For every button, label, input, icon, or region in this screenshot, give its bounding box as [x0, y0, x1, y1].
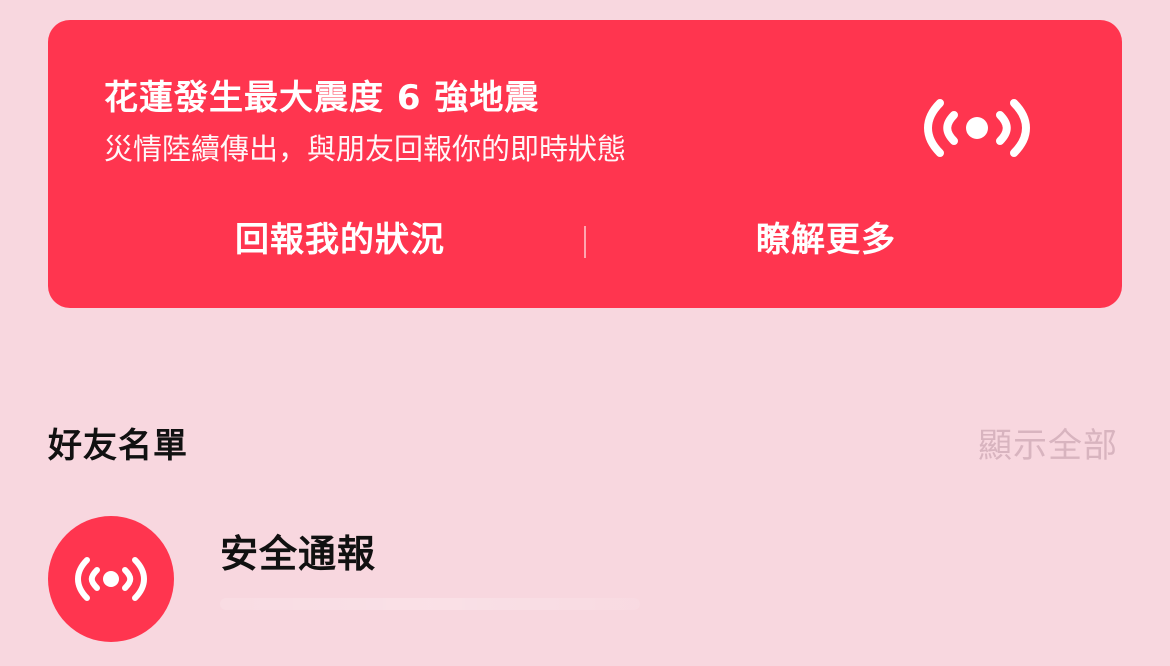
- broadcast-icon: [75, 557, 147, 601]
- learn-more-button[interactable]: 瞭解更多: [644, 212, 1008, 268]
- friends-section-title: 好友名單: [48, 426, 188, 466]
- friend-list-item-safety-notice[interactable]: 安全通報: [48, 516, 1122, 646]
- show-all-link[interactable]: 顯示全部: [978, 424, 1118, 468]
- broadcast-icon: [910, 76, 1044, 180]
- friend-name: 安全通報: [220, 532, 377, 576]
- alert-title: 花蓮發生最大震度 6 強地震: [104, 78, 540, 118]
- safety-notice-avatar: [48, 516, 174, 642]
- action-divider: [584, 226, 586, 258]
- friend-subline-placeholder: [220, 598, 640, 610]
- alert-actions: 回報我的狀況 瞭解更多: [48, 212, 1122, 268]
- alert-subtitle: 災情陸續傳出，與朋友回報你的即時狀態: [104, 132, 627, 166]
- report-status-button[interactable]: 回報我的狀況: [158, 212, 522, 268]
- earthquake-alert-card: 花蓮發生最大震度 6 強地震 災情陸續傳出，與朋友回報你的即時狀態 回報我的狀況…: [48, 20, 1122, 308]
